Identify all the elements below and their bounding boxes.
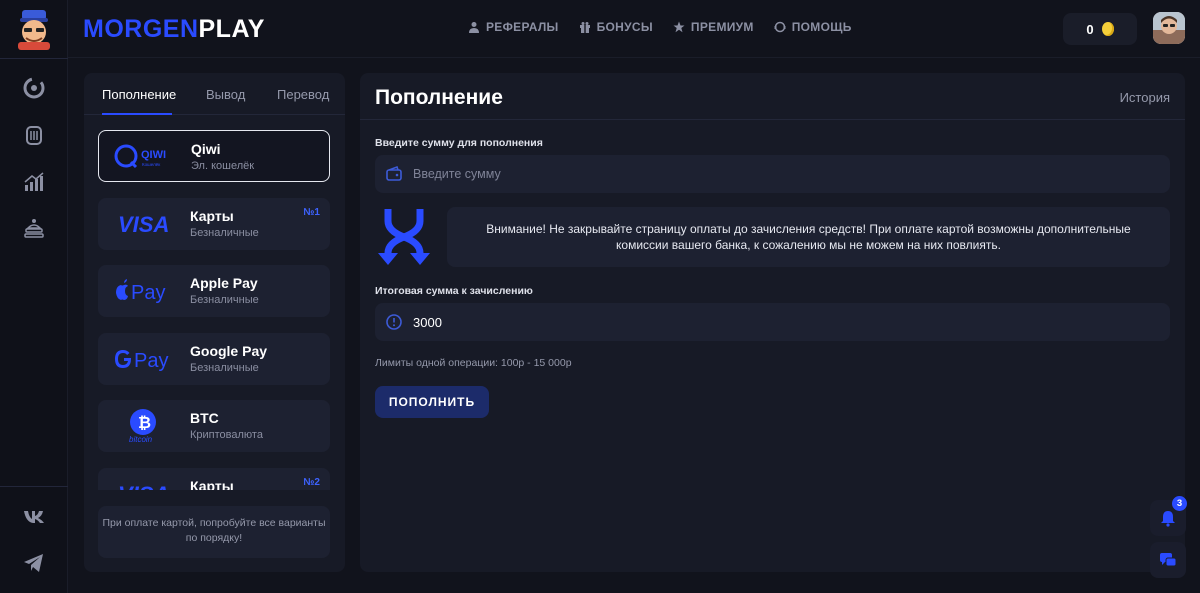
nav-label: РЕФЕРАЛЫ xyxy=(486,20,559,34)
method-name: Apple Pay xyxy=(190,275,258,291)
method-subtitle: Безналичные xyxy=(190,294,259,306)
nav-referrals[interactable]: РЕФЕРАЛЫ xyxy=(468,20,559,34)
main-nav: РЕФЕРАЛЫ БОНУСЫ ПРЕМИУМ ПОМОЩЬ xyxy=(468,20,852,34)
chat-button[interactable] xyxy=(1150,542,1186,578)
qiwi-logo-text: QIWI xyxy=(141,149,166,161)
tab-withdraw[interactable]: Вывод xyxy=(206,87,245,102)
rail-divider xyxy=(0,58,68,59)
chart-icon[interactable] xyxy=(20,168,48,196)
mascot-logo[interactable] xyxy=(14,8,54,50)
nav-bonuses[interactable]: БОНУСЫ xyxy=(579,20,653,34)
method-btc[interactable]: ₿ bitcoin BTC Криптовалюта xyxy=(98,400,330,452)
form-divider xyxy=(360,119,1185,120)
vk-icon[interactable] xyxy=(20,502,48,530)
amount-input[interactable] xyxy=(413,167,1113,181)
warning-text: Внимание! Не закрывайте страницу оплаты … xyxy=(486,222,1131,252)
notification-count-badge: 3 xyxy=(1172,496,1187,511)
nav-label: ПРЕМИУМ xyxy=(690,20,754,34)
bitcoin-logo: ₿ bitcoin xyxy=(112,409,174,443)
balance-value: 0 xyxy=(1086,21,1094,37)
brand-part-1: MORGEN xyxy=(83,15,199,43)
method-google-pay[interactable]: Pay Google Pay Безналичные xyxy=(98,333,330,385)
active-tab-indicator xyxy=(102,113,172,115)
method-card-1[interactable]: VISA Карты Безналичные №1 xyxy=(98,198,330,250)
method-name: Карты xyxy=(190,478,234,490)
warning-message: Внимание! Не закрывайте страницу оплаты … xyxy=(447,207,1170,267)
bell-icon xyxy=(1161,511,1175,527)
balance-widget[interactable]: 0 xyxy=(1063,13,1137,45)
coin-icon xyxy=(1101,22,1114,36)
method-subtitle: Криптовалюта xyxy=(190,429,263,441)
method-qiwi[interactable]: QIWI Кошелёк Qiwi Эл. кошелёк xyxy=(98,130,330,182)
tab-deposit[interactable]: Пополнение xyxy=(102,87,176,102)
method-subtitle: Эл. кошелёк xyxy=(191,160,255,172)
top-bar: MORGENPLAY РЕФЕРАЛЫ БОНУСЫ ПРЕМИУМ ПОМОЩ… xyxy=(68,0,1200,58)
telegram-icon[interactable] xyxy=(20,549,48,577)
method-list: QIWI Кошелёк Qiwi Эл. кошелёк VISA Карты… xyxy=(98,130,331,490)
method-subtitle: Безналичные xyxy=(190,227,259,239)
star-icon xyxy=(673,21,685,33)
nav-label: БОНУСЫ xyxy=(596,20,653,34)
method-badge: №2 xyxy=(303,477,320,488)
method-note: При оплате картой, попробуйте все вариан… xyxy=(98,506,330,558)
wallet-icon xyxy=(386,165,402,181)
apple-pay-logo: Pay xyxy=(112,274,174,308)
bitcoin-logo-text: bitcoin xyxy=(129,435,153,443)
support-icon xyxy=(774,21,786,33)
stack-icon[interactable] xyxy=(20,214,48,242)
rail-divider xyxy=(0,486,68,487)
tab-transfer[interactable]: Перевод xyxy=(277,87,329,102)
method-name: BTC xyxy=(190,410,219,426)
spinner-icon[interactable] xyxy=(20,74,48,102)
method-name: Qiwi xyxy=(191,141,221,157)
qiwi-logo-subtext: Кошелёк xyxy=(142,162,160,167)
nav-premium[interactable]: ПРЕМИУМ xyxy=(673,20,754,34)
gift-icon xyxy=(579,22,590,33)
visa-logo: VISA xyxy=(112,207,174,241)
operation-tabs: Пополнение Вывод Перевод xyxy=(84,73,345,115)
amount-field[interactable] xyxy=(375,155,1170,193)
method-name: Карты xyxy=(190,208,234,224)
chat-icon xyxy=(1160,553,1177,567)
deposit-form: Пополнение История Введите сумму для поп… xyxy=(360,73,1185,572)
method-name: Google Pay xyxy=(190,343,268,359)
method-subtitle: Безналичные xyxy=(190,362,259,374)
method-badge: №1 xyxy=(303,207,320,218)
left-rail xyxy=(0,0,68,593)
visa-logo-text: VISA xyxy=(118,212,169,237)
qiwi-logo: QIWI Кошелёк xyxy=(113,140,175,174)
google-pay-logo-text: Pay xyxy=(134,350,168,372)
user-icon xyxy=(469,22,479,33)
deposit-button[interactable]: ПОПОЛНИТЬ xyxy=(375,386,489,418)
method-card-2[interactable]: VISA Карты №2 xyxy=(98,468,330,490)
method-apple-pay[interactable]: Pay Apple Pay Безналичные xyxy=(98,265,330,317)
apple-pay-logo-text: Pay xyxy=(131,282,165,304)
limits-text: Лимиты одной операции: 100р - 15 000р xyxy=(375,357,572,369)
svg-text:₿: ₿ xyxy=(138,414,151,432)
total-field: 3000 xyxy=(375,303,1170,341)
swap-arrows-icon xyxy=(376,207,432,267)
total-value: 3000 xyxy=(413,314,442,330)
amount-label: Введите сумму для пополнения xyxy=(375,137,543,149)
nav-help[interactable]: ПОМОЩЬ xyxy=(774,20,852,34)
brand-logo[interactable]: MORGENPLAY xyxy=(83,15,265,44)
nav-label: ПОМОЩЬ xyxy=(791,20,852,34)
page-title: Пополнение xyxy=(375,86,503,109)
jar-icon[interactable] xyxy=(20,121,48,149)
clock-icon xyxy=(386,314,402,330)
visa-logo-text: VISA xyxy=(118,482,169,490)
visa-logo: VISA xyxy=(112,477,174,490)
history-link[interactable]: История xyxy=(1120,90,1170,105)
google-pay-logo: Pay xyxy=(112,342,174,376)
user-avatar[interactable] xyxy=(1153,12,1185,44)
brand-part-2: PLAY xyxy=(198,15,265,43)
payment-methods-panel: Пополнение Вывод Перевод QIWI Кошелёк Qi… xyxy=(84,73,345,572)
total-label: Итоговая сумма к зачислению xyxy=(375,285,533,297)
